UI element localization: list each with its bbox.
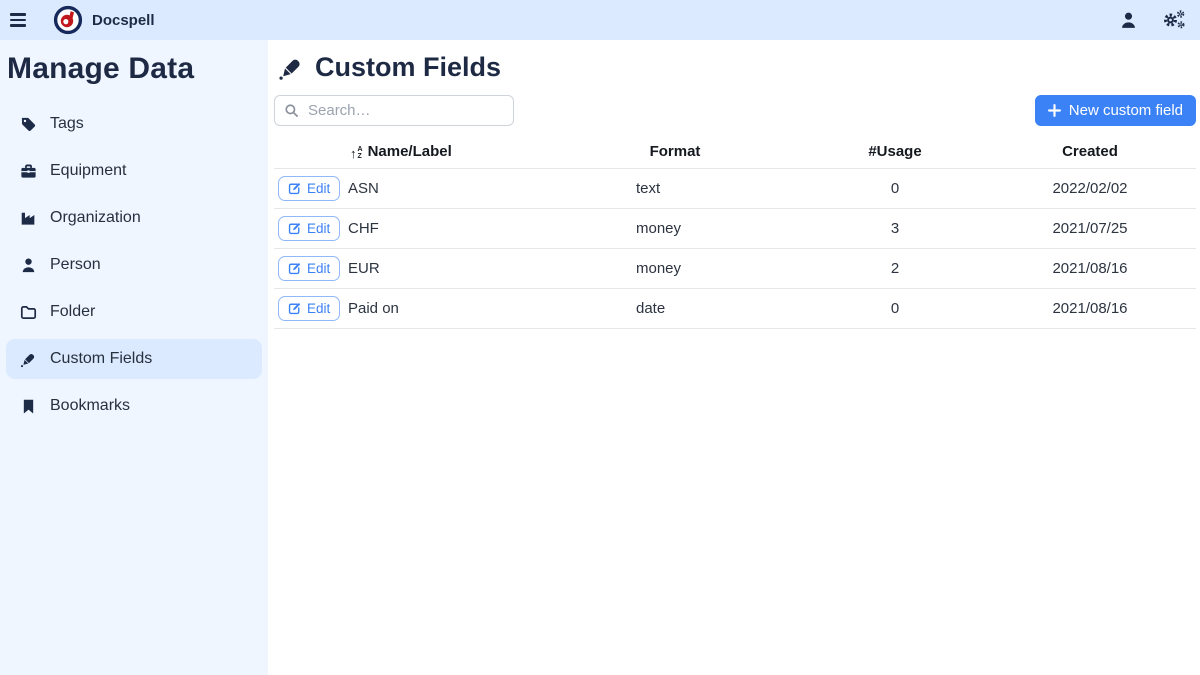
sidebar-item-custom-fields[interactable]: Custom Fields (6, 339, 262, 379)
sidebar-item-label: Person (50, 256, 101, 274)
cell-created: 2021/08/16 (1040, 289, 1196, 329)
cell-name: EUR (346, 249, 600, 289)
brand[interactable]: Docspell (53, 5, 155, 35)
header-created: Created (1040, 139, 1196, 169)
menu-icon[interactable] (10, 7, 36, 33)
person-icon (19, 256, 37, 274)
header-usage: #Usage (750, 139, 1040, 169)
briefcase-icon (19, 162, 37, 180)
cell-edit: Edit (274, 209, 346, 249)
sidebar-item-label: Folder (50, 303, 95, 321)
sidebar-item-tags[interactable]: Tags (6, 104, 262, 144)
cell-format: text (600, 169, 750, 209)
marker-icon (19, 350, 37, 368)
cell-edit: Edit (274, 169, 346, 209)
table-row: Edit EUR money 2 2021/08/16 (274, 249, 1196, 289)
marker-icon (278, 55, 304, 81)
cell-created: 2022/02/02 (1040, 169, 1196, 209)
sidebar-item-folder[interactable]: Folder (6, 292, 262, 332)
sidebar-item-label: Organization (50, 209, 141, 227)
edit-button-label: Edit (307, 221, 330, 236)
cell-name: CHF (346, 209, 600, 249)
search-icon (284, 103, 299, 118)
table-row: Edit CHF money 3 2021/07/25 (274, 209, 1196, 249)
edit-icon (288, 222, 301, 235)
cell-edit: Edit (274, 249, 346, 289)
edit-button-label: Edit (307, 181, 330, 196)
new-custom-field-label: New custom field (1069, 102, 1183, 119)
edit-icon (288, 262, 301, 275)
custom-fields-table: ↑ A Z Name/Label Format #Usage Created (274, 139, 1196, 329)
sidebar-nav: Tags Equipment (0, 104, 268, 426)
table-body: Edit ASN text 0 2022/02/02 (274, 169, 1196, 329)
header-format: Format (600, 139, 750, 169)
folder-icon (19, 303, 37, 321)
brand-name: Docspell (92, 12, 155, 29)
gears-icon[interactable] (1162, 9, 1186, 31)
cell-edit: Edit (274, 289, 346, 329)
topbar-actions (1119, 9, 1186, 31)
sidebar: Manage Data Tags (0, 40, 268, 675)
bookmark-icon (19, 397, 37, 415)
cell-usage: 0 (750, 289, 1040, 329)
factory-icon (19, 209, 37, 227)
search-box[interactable] (274, 95, 514, 126)
table-row: Edit Paid on date 0 2021/08/16 (274, 289, 1196, 329)
user-icon[interactable] (1119, 11, 1138, 30)
edit-icon (288, 302, 301, 315)
tag-icon (19, 115, 37, 133)
cell-usage: 0 (750, 169, 1040, 209)
cell-created: 2021/07/25 (1040, 209, 1196, 249)
cell-created: 2021/08/16 (1040, 249, 1196, 289)
edit-button[interactable]: Edit (278, 256, 340, 281)
main-content: Custom Fields New custom field (268, 40, 1200, 675)
edit-icon (288, 182, 301, 195)
sidebar-item-person[interactable]: Person (6, 245, 262, 285)
edit-button-label: Edit (307, 261, 330, 276)
edit-button-label: Edit (307, 301, 330, 316)
cell-name: Paid on (346, 289, 600, 329)
header-name-label[interactable]: ↑ A Z Name/Label (346, 139, 600, 169)
sidebar-item-bookmarks[interactable]: Bookmarks (6, 386, 262, 426)
docspell-logo (53, 5, 83, 35)
toolbar: New custom field (274, 95, 1196, 126)
page-title-text: Custom Fields (315, 52, 501, 83)
plus-icon (1048, 104, 1061, 117)
sidebar-item-organization[interactable]: Organization (6, 198, 262, 238)
new-custom-field-button[interactable]: New custom field (1035, 95, 1196, 126)
sidebar-item-label: Custom Fields (50, 350, 152, 368)
cell-format: money (600, 209, 750, 249)
table-header-row: ↑ A Z Name/Label Format #Usage Created (274, 139, 1196, 169)
topbar: Docspell (0, 0, 1200, 40)
header-edit (274, 139, 346, 169)
sidebar-item-equipment[interactable]: Equipment (6, 151, 262, 191)
table-row: Edit ASN text 0 2022/02/02 (274, 169, 1196, 209)
sidebar-item-label: Equipment (50, 162, 127, 180)
sidebar-title: Manage Data (7, 52, 260, 86)
page-title: Custom Fields (278, 52, 1196, 83)
sort-alpha-icon: ↑ A Z (350, 147, 363, 160)
edit-button[interactable]: Edit (278, 296, 340, 321)
search-input[interactable] (306, 101, 509, 120)
sidebar-item-label: Tags (50, 115, 84, 133)
sidebar-item-label: Bookmarks (50, 397, 130, 415)
edit-button[interactable]: Edit (278, 216, 340, 241)
cell-usage: 2 (750, 249, 1040, 289)
edit-button[interactable]: Edit (278, 176, 340, 201)
cell-format: date (600, 289, 750, 329)
cell-format: money (600, 249, 750, 289)
cell-name: ASN (346, 169, 600, 209)
cell-usage: 3 (750, 209, 1040, 249)
